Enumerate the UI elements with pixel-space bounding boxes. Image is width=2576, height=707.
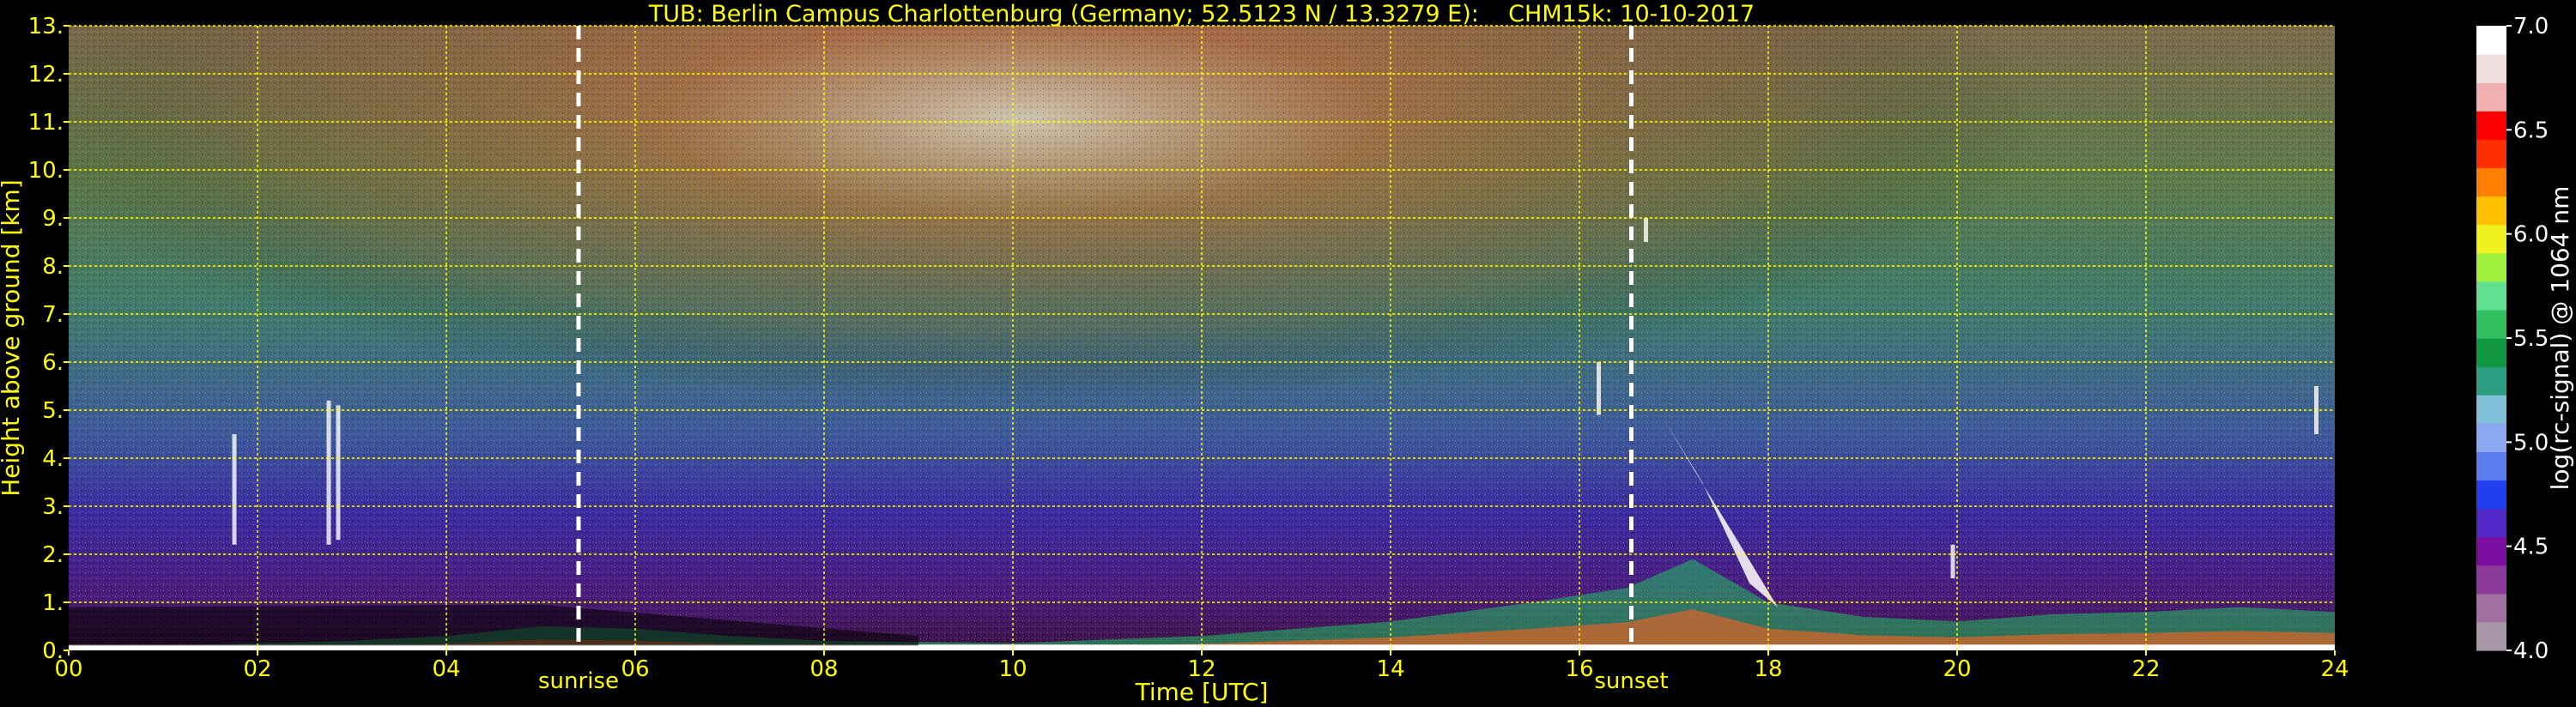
y-axis-label: Height above ground [km] bbox=[0, 179, 25, 497]
y-tick-label: 4. bbox=[42, 446, 64, 472]
x-tick-label: 06 bbox=[621, 656, 649, 682]
colorbar-segment bbox=[2476, 26, 2506, 55]
colorbar-segment bbox=[2476, 338, 2506, 367]
colorbar-tick-label: 7.0 bbox=[2513, 14, 2549, 39]
colorbar-tick-label: 5.5 bbox=[2513, 326, 2549, 352]
y-tick-label: 12. bbox=[28, 62, 64, 88]
x-tick-label: 10 bbox=[998, 656, 1027, 682]
colorbar-segment bbox=[2476, 139, 2506, 169]
colorbar-segment bbox=[2476, 423, 2506, 452]
y-tick-label: 13. bbox=[28, 14, 64, 39]
x-tick-label: 20 bbox=[1943, 656, 1971, 682]
colorbar-segment bbox=[2476, 565, 2506, 595]
colorbar: 4.0 4.5 5.0 5.5 6.0 6.5 7.0 bbox=[2476, 14, 2549, 664]
chart-title: TUB: Berlin Campus Charlottenburg (Germa… bbox=[648, 1, 1755, 27]
colorbar-segment bbox=[2476, 480, 2506, 510]
y-axis-ticks: 0.1.2.3.4.5.6.7.8.9.10.11.12.13. bbox=[28, 14, 69, 664]
sunset-label: sunset bbox=[1594, 668, 1668, 694]
colorbar-segment bbox=[2476, 451, 2506, 481]
colorbar-tick-label: 6.0 bbox=[2513, 222, 2549, 248]
colorbar-tick-label: 6.5 bbox=[2513, 118, 2549, 143]
colorbar-segment bbox=[2476, 224, 2506, 254]
y-tick-label: 6. bbox=[42, 350, 64, 376]
colorbar-segment bbox=[2476, 196, 2506, 226]
cloud-column bbox=[336, 405, 341, 541]
y-tick-label: 5. bbox=[42, 398, 64, 424]
x-tick-label: 24 bbox=[2320, 656, 2349, 682]
x-tick-label: 22 bbox=[2131, 656, 2160, 682]
colorbar-segment bbox=[2476, 536, 2506, 566]
x-tick-label: 16 bbox=[1565, 656, 1593, 682]
y-tick-label: 9. bbox=[42, 206, 64, 232]
cloud-column bbox=[1950, 544, 1955, 578]
ceilometer-figure: 0.1.2.3.4.5.6.7.8.9.10.11.12.13. 00 02 04 0… bbox=[0, 1, 2574, 706]
colorbar-tick-label: 5.0 bbox=[2513, 430, 2549, 456]
cloud-column bbox=[1597, 362, 1601, 415]
y-tick-label: 8. bbox=[42, 254, 64, 280]
colorbar-segment bbox=[2476, 508, 2506, 538]
cloud-column bbox=[1644, 218, 1648, 242]
colorbar-segment bbox=[2476, 621, 2506, 651]
x-tick-label: 14 bbox=[1376, 656, 1404, 682]
y-tick-label: 2. bbox=[42, 542, 64, 568]
colorbar-segment bbox=[2476, 252, 2506, 282]
colorbar-tick-label: 4.0 bbox=[2513, 638, 2549, 664]
colorbar-segment bbox=[2476, 111, 2506, 140]
colorbar-segment bbox=[2476, 281, 2506, 311]
colorbar-segment bbox=[2476, 366, 2506, 396]
colorbar-segment bbox=[2476, 167, 2506, 197]
sun-annotations: sunrise sunset bbox=[538, 668, 1669, 694]
colorbar-tick-label: 4.5 bbox=[2513, 535, 2549, 560]
y-tick-label: 10. bbox=[28, 158, 64, 184]
x-tick-label: 08 bbox=[809, 656, 838, 682]
sunrise-label: sunrise bbox=[538, 668, 619, 694]
y-tick-label: 7. bbox=[42, 302, 64, 328]
x-tick-label: 04 bbox=[432, 656, 460, 682]
x-axis-label: Time [UTC] bbox=[1135, 678, 1269, 706]
y-tick-label: 1. bbox=[42, 590, 64, 616]
y-tick-label: 11. bbox=[28, 110, 64, 136]
colorbar-segment bbox=[2476, 309, 2506, 339]
x-tick-label: 18 bbox=[1754, 656, 1782, 682]
cloud-column bbox=[232, 434, 237, 545]
x-tick-label: 00 bbox=[54, 656, 82, 682]
colorbar-segment bbox=[2476, 54, 2506, 83]
cloud-column bbox=[326, 400, 331, 545]
y-tick-label: 3. bbox=[42, 494, 64, 520]
colorbar-segment bbox=[2476, 395, 2506, 424]
colorbar-segment bbox=[2476, 593, 2506, 623]
colorbar-segment bbox=[2476, 82, 2506, 112]
x-tick-label: 02 bbox=[243, 656, 271, 682]
colorbar-label: log(rc-signal) @ 1064 nm bbox=[2546, 186, 2574, 491]
